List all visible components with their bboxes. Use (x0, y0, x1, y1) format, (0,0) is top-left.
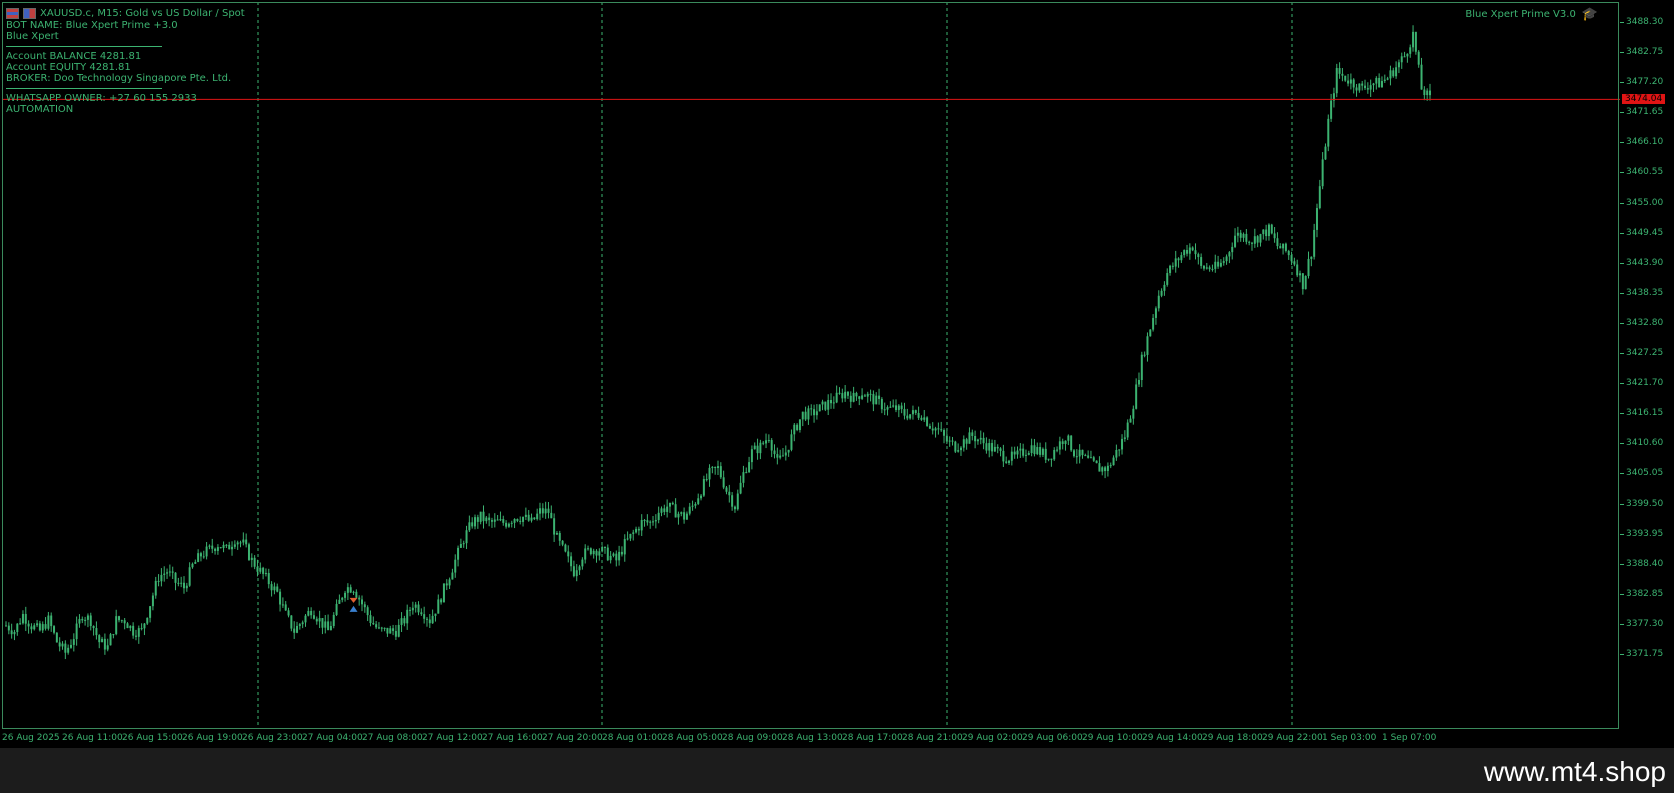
time-tick-label: 1 Sep 03:00 (1322, 733, 1377, 743)
price-tick-mark (1620, 533, 1624, 535)
price-tick-mark (1620, 503, 1624, 505)
price-axis[interactable]: 3488.30 3482.75 3477.20 3471.65 3466.10 3460.… (1620, 0, 1674, 729)
time-tick-label: 29 Aug 18:00 (1202, 733, 1263, 743)
price-tick-mark (1620, 593, 1624, 595)
time-tick-label: 1 Sep 07:00 (1382, 733, 1437, 743)
time-tick-label: 27 Aug 20:00 (542, 733, 603, 743)
price-tick-mark (1620, 654, 1624, 655)
price-tick-mark (1620, 82, 1624, 84)
price-tick-label: 3388.40 (1626, 558, 1664, 569)
price-tick-mark (1620, 563, 1624, 565)
price-tick-mark (1620, 262, 1624, 264)
time-tick-label: 29 Aug 22:00 (1262, 733, 1323, 743)
time-axis[interactable]: 26 Aug 2025 26 Aug 11:00 26 Aug 15:00 26 Au… (0, 731, 1620, 747)
expert-advisor-label[interactable]: Blue Xpert Prime V3.0 🎓 (1465, 7, 1598, 22)
automation-label: AUTOMATION (6, 104, 74, 115)
price-tick-mark (1620, 52, 1624, 54)
price-tick-label: 3438.35 (1626, 287, 1664, 298)
whatsapp-owner: WHATSAPP OWNER: +27 60 155 2933 (6, 93, 197, 104)
time-tick-label: 27 Aug 08:00 (362, 733, 423, 743)
price-tick-mark (1620, 112, 1624, 114)
price-tick-label: 3416.15 (1626, 408, 1664, 419)
price-tick-label: 3405.05 (1626, 468, 1664, 479)
time-tick-label: 29 Aug 10:00 (1082, 733, 1143, 743)
watermark-text: www.mt4.shop (1483, 756, 1666, 787)
indicator-icon[interactable] (23, 7, 36, 19)
price-tick-label: 3371.75 (1626, 649, 1664, 659)
price-tick-label: 3399.50 (1626, 498, 1664, 509)
price-tick-mark (1620, 172, 1624, 174)
price-tick-label: 3460.55 (1626, 167, 1664, 178)
time-tick-label: 29 Aug 14:00 (1142, 733, 1203, 743)
bot-name: BOT NAME: Blue Xpert Prime +3.0 (6, 20, 178, 31)
current-price-label: 3474.04 (1622, 94, 1666, 105)
price-tick-label: 3393.95 (1626, 528, 1664, 539)
price-tick-mark (1620, 322, 1624, 324)
price-tick-label: 3466.10 (1626, 137, 1664, 148)
account-balance: Account BALANCE 4281.81 (6, 51, 142, 62)
price-tick-label: 3477.20 (1626, 77, 1664, 88)
time-tick-label: 28 Aug 17:00 (842, 733, 903, 743)
price-tick-mark (1620, 292, 1624, 294)
time-tick-label: 26 Aug 23:00 (242, 733, 303, 743)
footer-bar: www.mt4.shop (0, 748, 1674, 793)
bot-short-name: Blue Xpert (6, 31, 59, 42)
price-tick-mark (1620, 142, 1624, 144)
time-tick-label: 26 Aug 15:00 (122, 733, 183, 743)
price-tick-label: 3455.00 (1626, 197, 1664, 208)
price-tick-label: 3382.85 (1626, 588, 1664, 599)
time-tick-label: 28 Aug 05:00 (662, 733, 723, 743)
time-tick-label: 28 Aug 01:00 (602, 733, 663, 743)
account-equity: Account EQUITY 4281.81 (6, 62, 131, 73)
price-tick-label: 3443.90 (1626, 257, 1664, 268)
time-tick-label: 29 Aug 02:00 (962, 733, 1023, 743)
price-tick-mark (1620, 232, 1624, 234)
time-tick-label: 27 Aug 16:00 (482, 733, 543, 743)
time-tick-label: 28 Aug 13:00 (782, 733, 843, 743)
price-tick-mark (1620, 413, 1624, 415)
symbol-row: XAUUSD.c, M15: Gold vs US Dollar / Spot (6, 6, 245, 20)
price-tick-label: 3432.80 (1626, 317, 1664, 328)
time-tick-label: 27 Aug 12:00 (422, 733, 483, 743)
graduation-cap-icon[interactable]: 🎓 (1582, 7, 1598, 22)
time-tick-label: 27 Aug 04:00 (302, 733, 363, 743)
price-tick-label: 3482.75 (1626, 47, 1664, 58)
price-tick-mark (1620, 443, 1624, 445)
time-tick-label: 26 Aug 11:00 (62, 733, 123, 743)
price-tick-label: 3421.70 (1626, 378, 1664, 389)
price-tick-mark (1620, 22, 1624, 23)
price-tick-mark (1620, 353, 1624, 355)
time-tick-label: 26 Aug 2025 (2, 733, 60, 743)
price-tick-label: 3488.30 (1626, 17, 1664, 27)
price-tick-label: 3427.25 (1626, 348, 1664, 359)
price-tick-mark (1620, 623, 1624, 625)
time-tick-label: 29 Aug 06:00 (1022, 733, 1083, 743)
separator (6, 46, 162, 47)
info-panel: XAUUSD.c, M15: Gold vs US Dollar / Spot … (6, 6, 245, 115)
price-tick-label: 3410.60 (1626, 438, 1664, 449)
broker-name: BROKER: Doo Technology Singapore Pte. Lt… (6, 73, 232, 84)
bar-chart-icon[interactable] (6, 7, 19, 19)
symbol-title: XAUUSD.c, M15: Gold vs US Dollar / Spot (40, 7, 245, 19)
separator (6, 88, 162, 89)
price-tick-mark (1620, 473, 1624, 475)
price-tick-label: 3377.30 (1626, 618, 1664, 629)
time-tick-label: 28 Aug 21:00 (902, 733, 963, 743)
chart-window[interactable]: XAUUSD.c, M15: Gold vs US Dollar / Spot … (0, 0, 1674, 748)
price-tick-mark (1620, 383, 1624, 385)
time-tick-label: 26 Aug 19:00 (182, 733, 243, 743)
price-tick-label: 3449.45 (1626, 227, 1664, 238)
price-tick-label: 3471.65 (1626, 107, 1664, 118)
ea-name: Blue Xpert Prime V3.0 (1465, 9, 1576, 20)
time-tick-label: 28 Aug 09:00 (722, 733, 783, 743)
price-tick-mark (1620, 202, 1624, 204)
